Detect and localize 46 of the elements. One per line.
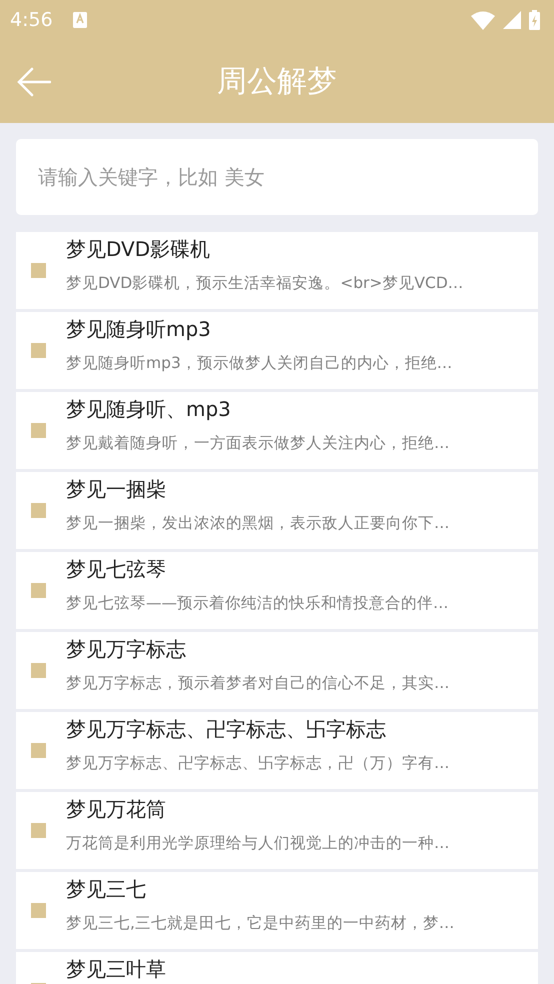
back-arrow-icon[interactable] <box>17 67 51 97</box>
item-summary: 梦见七弦琴——预示着你纯洁的快乐和情投意合的伴… <box>66 593 448 614</box>
signal-icon <box>503 11 521 29</box>
list-item[interactable]: 梦见三七 梦见三七,三七就是田七，它是中药里的一中药材，梦… <box>16 872 538 949</box>
list-item[interactable]: 梦见随身听mp3 梦见随身听mp3，预示做梦人关闭自己的内心，拒绝… <box>16 312 538 389</box>
item-title: 梦见随身听、mp3 <box>66 397 231 421</box>
square-icon <box>31 423 46 438</box>
item-title: 梦见万花筒 <box>66 797 166 821</box>
list-item[interactable]: 梦见三叶草 <box>16 952 538 984</box>
item-summary: 梦见万字标志、卍字标志、卐字标志，卍（万）字有… <box>66 753 450 774</box>
square-icon <box>31 743 46 758</box>
square-icon <box>31 343 46 358</box>
item-title: 梦见万字标志、卍字标志、卐字标志 <box>66 717 386 741</box>
item-title: 梦见三七 <box>66 877 146 901</box>
item-summary: 梦见DVD影碟机，预示生活幸福安逸。<br>梦见VCD… <box>66 273 464 294</box>
item-summary: 梦见万字标志，预示着梦者对自己的信心不足，其实… <box>66 673 450 694</box>
square-icon <box>31 583 46 598</box>
square-icon <box>31 263 46 278</box>
list-item[interactable]: 梦见万花筒 万花筒是利用光学原理给与人们视觉上的冲击的一种… <box>16 792 538 869</box>
item-summary: 万花筒是利用光学原理给与人们视觉上的冲击的一种… <box>66 833 450 854</box>
list-item[interactable]: 梦见七弦琴 梦见七弦琴——预示着你纯洁的快乐和情投意合的伴… <box>16 552 538 629</box>
item-title: 梦见三叶草 <box>66 957 166 981</box>
item-title: 梦见随身听mp3 <box>66 317 211 341</box>
square-icon <box>31 503 46 518</box>
app-title: 周公解梦 <box>217 63 337 101</box>
list-item[interactable]: 梦见万字标志、卍字标志、卐字标志 梦见万字标志、卍字标志、卐字标志，卍（万）字有… <box>16 712 538 789</box>
square-icon <box>31 903 46 918</box>
notification-icon <box>72 12 87 28</box>
item-summary: 梦见随身听mp3，预示做梦人关闭自己的内心，拒绝… <box>66 353 452 374</box>
item-summary: 梦见戴着随身听，一方面表示做梦人关注内心，拒绝… <box>66 433 450 454</box>
battery-icon <box>529 10 540 30</box>
list-item[interactable]: 梦见万字标志 梦见万字标志，预示着梦者对自己的信心不足，其实… <box>16 632 538 709</box>
item-title: 梦见DVD影碟机 <box>66 237 210 261</box>
list-item[interactable]: 梦见一捆柴 梦见一捆柴，发出浓浓的黑烟，表示敌人正要向你下… <box>16 472 538 549</box>
status-time: 4:56 <box>10 9 53 31</box>
item-summary: 梦见一捆柴，发出浓浓的黑烟，表示敌人正要向你下… <box>66 513 450 534</box>
square-icon <box>31 663 46 678</box>
item-summary: 梦见三七,三七就是田七，它是中药里的一中药材，梦… <box>66 913 454 934</box>
search-field[interactable]: 请输入关键字，比如 美女 <box>16 139 538 215</box>
square-icon <box>31 823 46 838</box>
item-title: 梦见万字标志 <box>66 637 186 661</box>
item-title: 梦见七弦琴 <box>66 557 166 581</box>
wifi-icon <box>471 10 495 30</box>
list-item[interactable]: 梦见DVD影碟机 梦见DVD影碟机，预示生活幸福安逸。<br>梦见VCD… <box>16 232 538 309</box>
list-item[interactable]: 梦见随身听、mp3 梦见戴着随身听，一方面表示做梦人关注内心，拒绝… <box>16 392 538 469</box>
item-title: 梦见一捆柴 <box>66 477 166 501</box>
